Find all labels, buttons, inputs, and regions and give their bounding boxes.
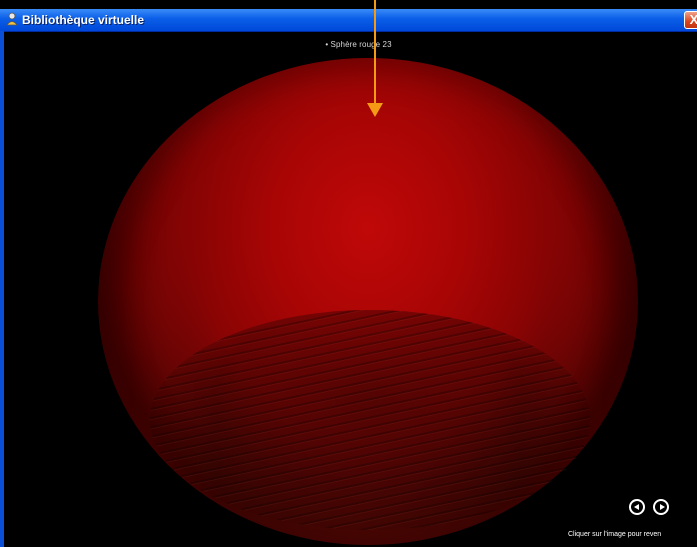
image-caption: • Sphère rouge 23 [0,40,697,49]
previous-button[interactable] [629,499,645,515]
return-hint: Cliquer sur l'image pour reven [568,531,662,538]
close-button[interactable]: X [684,11,697,29]
annotation-arrow-head [367,103,383,117]
app-window: Bibliothèque virtuelle X • Sphère rouge … [0,0,697,547]
title-bar[interactable]: Bibliothèque virtuelle X [0,9,697,32]
caption-text: • Sphère rouge 23 [325,40,392,49]
next-circle-icon [660,504,665,510]
previous-circle-icon [634,504,639,510]
red-sphere-image[interactable] [98,58,638,545]
library-icon [5,12,19,26]
annotation-arrow-line [374,0,376,104]
next-button[interactable] [653,499,669,515]
window-title: Bibliothèque virtuelle [22,13,145,27]
